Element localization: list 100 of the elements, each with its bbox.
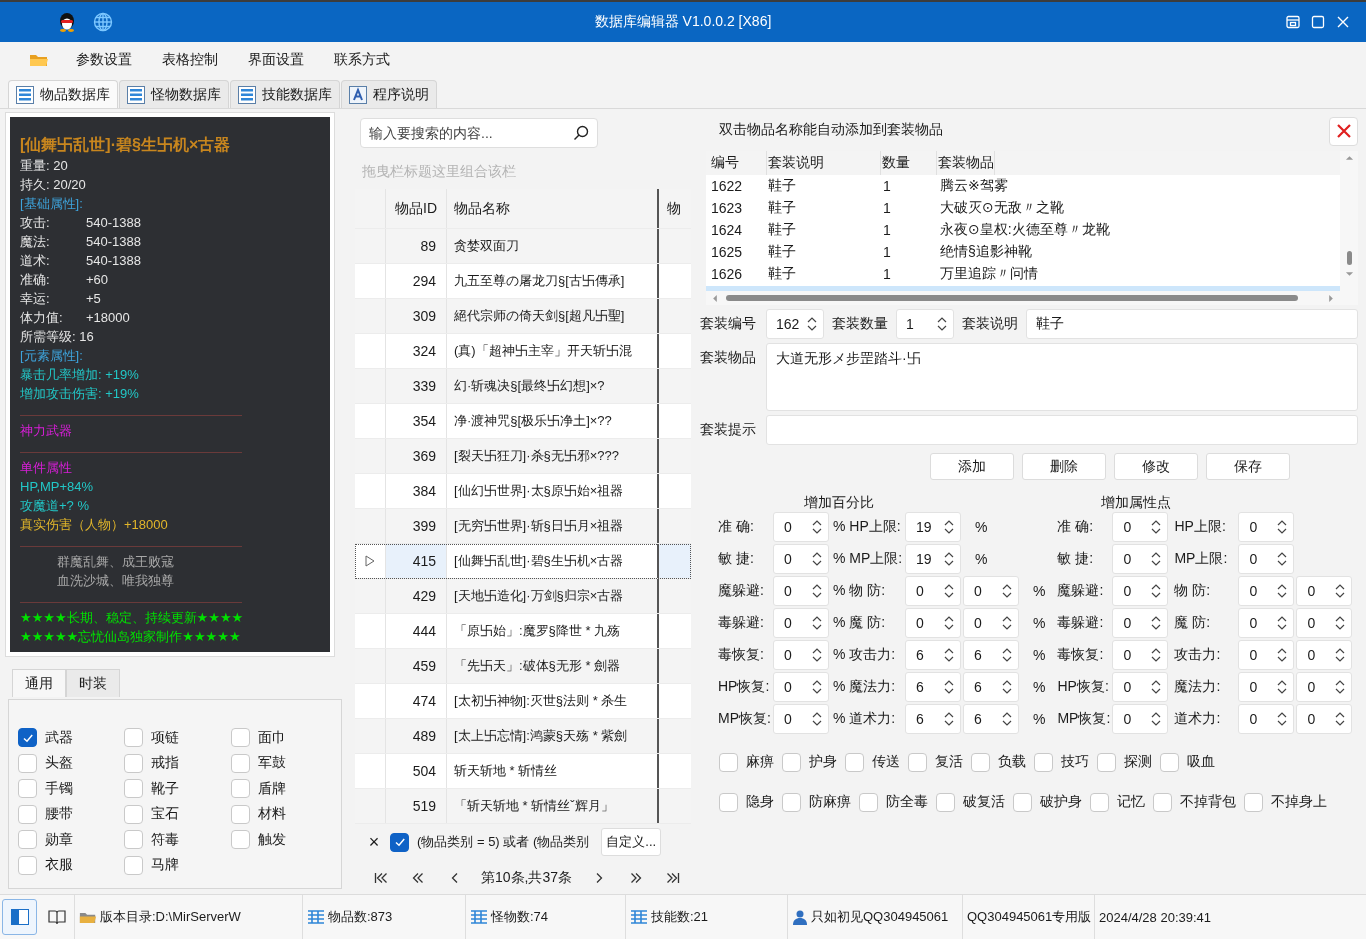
tab[interactable]: 物品数据库 xyxy=(8,80,118,108)
table-row[interactable]: 309 絕代宗师の倚天剑§[超凡卐聖] xyxy=(355,299,691,334)
clear-filter-button[interactable]: × xyxy=(366,831,382,853)
tab[interactable]: 时装 xyxy=(66,669,120,697)
table-row[interactable]: 474 [太初卐神物]:灭世§法则 * 杀生 xyxy=(355,684,691,719)
spin-field[interactable]: 0 xyxy=(1112,608,1169,638)
table-row[interactable]: 1622 鞋子 1 腾云※驾雾 xyxy=(706,175,1340,197)
table-row[interactable]: 504 斩天斩地 * 斩情丝 xyxy=(355,754,691,789)
menu-item[interactable]: 界面设置 xyxy=(233,51,319,69)
spin-field[interactable]: 0 xyxy=(963,576,1019,606)
spin-field[interactable]: 1 xyxy=(896,309,954,339)
spin-field[interactable]: 0 xyxy=(1296,704,1353,734)
spin-field[interactable]: 6 xyxy=(905,704,961,734)
spin-field[interactable]: 6 xyxy=(905,672,961,702)
table-row[interactable]: 339 幻·斩魂决§[最终卐幻想]×? xyxy=(355,369,691,404)
tooltip-line: [基础属性]: xyxy=(20,195,83,213)
spin-field[interactable]: 0 xyxy=(1238,640,1295,670)
table-row[interactable]: 489 [太上卐忘情]:鸿蒙§天殇 * 紫劍 xyxy=(355,719,691,754)
table-row[interactable]: 354 净·渡神咒§[极乐卐净土]×?? xyxy=(355,404,691,439)
spin-field[interactable]: 0 xyxy=(1296,608,1353,638)
table-row[interactable]: 459 「先卐天」:破体§无形 * 劍器 xyxy=(355,649,691,684)
checkbox-label: 符毒 xyxy=(151,830,179,849)
table-row[interactable]: 429 [天地卐造化]·万剑§归宗×古器 xyxy=(355,579,691,614)
spin-field[interactable]: 0 xyxy=(1112,512,1169,542)
spin-field[interactable]: 162 xyxy=(766,309,824,339)
spin-field[interactable]: 0 xyxy=(905,576,961,606)
spin-field[interactable]: 6 xyxy=(905,640,961,670)
menu-item[interactable]: 联系方式 xyxy=(319,51,405,69)
spin-field[interactable]: 0 xyxy=(1238,576,1295,606)
stat-label: 攻击: xyxy=(20,214,51,232)
text-area[interactable]: 大道无形メ步罡踏斗·卐 xyxy=(766,343,1358,411)
spin-field[interactable]: 0 xyxy=(1238,512,1295,542)
spin-field[interactable]: 6 xyxy=(963,640,1019,670)
column-header[interactable]: 数量 xyxy=(881,151,937,175)
unit-label: % xyxy=(1032,711,1046,727)
spin-field[interactable]: 0 xyxy=(1112,576,1169,606)
stat-value: 540-1388 xyxy=(86,233,141,251)
spin-field[interactable]: 0 xyxy=(773,672,829,702)
spin-field[interactable]: 0 xyxy=(1112,704,1169,734)
spin-field[interactable]: 0 xyxy=(773,704,829,734)
spin-field[interactable]: 0 xyxy=(963,608,1019,638)
column-header[interactable]: 物品ID xyxy=(386,189,447,228)
table-row[interactable]: 444 「原卐始」:魔罗§降世 * 九殇 xyxy=(355,614,691,649)
spin-field[interactable]: 0 xyxy=(1238,544,1295,574)
menu-item[interactable]: 表格控制 xyxy=(147,51,233,69)
table-cell-text: 鞋子 xyxy=(767,265,797,283)
table-row[interactable]: 384 [仙幻卐世界]·太§原卐始×祖器 xyxy=(355,474,691,509)
spin-field[interactable]: 0 xyxy=(1238,672,1295,702)
spin-field[interactable]: 0 xyxy=(905,608,961,638)
column-header[interactable]: 物 xyxy=(659,189,691,228)
tab[interactable]: 怪物数据库 xyxy=(119,80,229,108)
action-button[interactable]: 保存 xyxy=(1206,453,1290,480)
table-row[interactable]: 1626 鞋子 1 万里追踪〃问情 xyxy=(706,263,1340,285)
table-row[interactable]: 1623 鞋子 1 大破灭⊙无敌〃之靴 xyxy=(706,197,1340,219)
text-field[interactable]: 鞋子 xyxy=(1026,309,1358,339)
spin-field[interactable]: 0 xyxy=(1112,640,1169,670)
table-row[interactable]: 1625 鞋子 1 绝情§追影神靴 xyxy=(706,241,1340,263)
action-button[interactable]: 修改 xyxy=(1114,453,1198,480)
menu-item[interactable]: 参数设置 xyxy=(61,51,147,69)
field-label: 物 防: xyxy=(1173,582,1212,600)
spin-field[interactable]: 0 xyxy=(773,512,829,542)
column-header[interactable]: 编号 xyxy=(706,151,767,175)
tab[interactable]: 技能数据库 xyxy=(230,80,340,108)
spin-field[interactable]: 0 xyxy=(1296,576,1353,606)
column-header[interactable]: 套装说明 xyxy=(767,151,881,175)
table-row[interactable]: 89 贪婪双面刀 xyxy=(355,229,691,264)
table-row[interactable]: 294 九五至尊の屠龙刀§[古卐傳承] xyxy=(355,264,691,299)
tab[interactable]: 程序说明 xyxy=(341,80,437,108)
table-row[interactable]: 324 (真)「超神卐主宰」开天斩卐混 xyxy=(355,334,691,369)
spin-field[interactable]: 0 xyxy=(773,608,829,638)
tab[interactable]: 通用 xyxy=(12,669,66,697)
action-button[interactable]: 添加 xyxy=(930,453,1014,480)
spin-field[interactable]: 0 xyxy=(1238,608,1295,638)
table-row[interactable]: 1624 鞋子 1 永夜⊙皇权:火德至尊〃龙靴 xyxy=(706,219,1340,241)
spin-field[interactable]: 19 xyxy=(905,544,961,574)
checkbox-label: 探测 xyxy=(1124,753,1152,771)
table-row[interactable]: 369 [裂天卐狂刀]·杀§无卐邪×??? xyxy=(355,439,691,474)
column-header[interactable]: 套装物品 xyxy=(937,151,995,175)
table-row[interactable]: 519 「斩天斩地 * 斩情丝ˇ辉月」 xyxy=(355,789,691,824)
spin-field[interactable]: 0 xyxy=(773,640,829,670)
spin-field[interactable]: 19 xyxy=(905,512,961,542)
spin-field[interactable]: 0 xyxy=(1238,704,1295,734)
spin-field[interactable]: 0 xyxy=(1296,672,1353,702)
table-row[interactable]: 415 [仙舞卐乱世]·碧§生卐机×古器 xyxy=(355,544,691,579)
spin-field[interactable]: 6 xyxy=(963,704,1019,734)
unit-label: % xyxy=(974,551,988,567)
spin-field[interactable]: 0 xyxy=(773,576,829,606)
spin-field[interactable]: 0 xyxy=(773,544,829,574)
spin-field[interactable]: 0 xyxy=(1112,672,1169,702)
action-button[interactable]: 删除 xyxy=(1022,453,1106,480)
field-label: 毒恢复: xyxy=(1057,646,1105,664)
spin-field[interactable]: 0 xyxy=(1296,640,1353,670)
search-field[interactable]: 输入要搜索的内容... xyxy=(360,118,598,148)
custom-filter-button[interactable]: 自定义... xyxy=(601,828,662,856)
spin-field[interactable]: 0 xyxy=(1112,544,1169,574)
checkbox-label: 武器 xyxy=(45,728,73,747)
field-label: % 攻击力: xyxy=(832,646,897,664)
table-row[interactable]: 399 [无穷卐世界]·斩§日卐月×祖器 xyxy=(355,509,691,544)
section-title: 增加百分比 xyxy=(803,494,875,511)
spin-field[interactable]: 6 xyxy=(963,672,1019,702)
